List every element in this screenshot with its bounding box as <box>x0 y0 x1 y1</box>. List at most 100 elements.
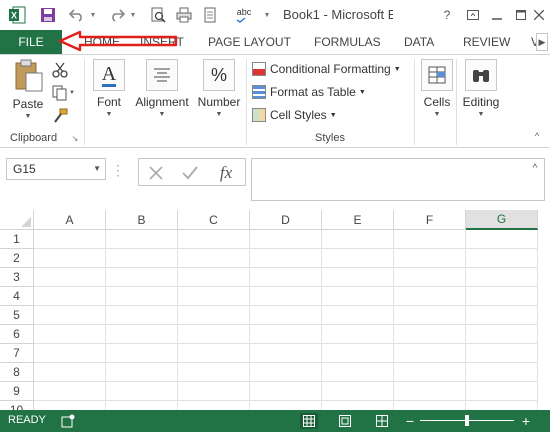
insert-function-icon[interactable]: fx <box>213 162 239 184</box>
grid-cell[interactable] <box>466 268 538 287</box>
grid-cell[interactable] <box>322 249 394 268</box>
editing-button[interactable]: Editing ▼ <box>460 59 502 125</box>
grid-cell[interactable] <box>106 230 178 249</box>
grid-cell[interactable] <box>34 249 106 268</box>
column-header[interactable]: G <box>466 210 538 230</box>
tab-page-layout[interactable]: PAGE LAYOUT <box>208 30 291 54</box>
grid-cell[interactable] <box>106 325 178 344</box>
tab-formulas[interactable]: FORMULAS <box>314 30 381 54</box>
grid-cell[interactable] <box>250 306 322 325</box>
zoom-out-icon[interactable]: − <box>402 413 418 429</box>
column-header[interactable]: A <box>34 210 106 230</box>
row-header[interactable]: 9 <box>0 382 34 401</box>
grid-cell[interactable] <box>106 382 178 401</box>
grid-cell[interactable] <box>250 268 322 287</box>
grid-cell[interactable] <box>322 363 394 382</box>
grid-cell[interactable] <box>322 268 394 287</box>
grid-cell[interactable] <box>34 287 106 306</box>
grid-cell[interactable] <box>178 325 250 344</box>
grid-cell[interactable] <box>250 401 322 410</box>
grid-cell[interactable] <box>178 382 250 401</box>
grid-cell[interactable] <box>106 287 178 306</box>
grid-cell[interactable] <box>34 230 106 249</box>
collapse-formula-bar-icon[interactable]: ^ <box>528 161 542 175</box>
number-button[interactable]: % Number ▼ <box>196 59 242 125</box>
grid-cell[interactable] <box>394 363 466 382</box>
column-header[interactable]: F <box>394 210 466 230</box>
grid-cell[interactable] <box>394 344 466 363</box>
conditional-formatting-button[interactable]: Conditional Formatting ▼ <box>252 59 401 79</box>
row-header[interactable]: 5 <box>0 306 34 325</box>
grid-cell[interactable] <box>178 306 250 325</box>
save-icon[interactable] <box>38 4 58 26</box>
grid-cell[interactable] <box>34 382 106 401</box>
select-all-button[interactable] <box>0 210 34 230</box>
grid-cell[interactable] <box>394 306 466 325</box>
grid-cell[interactable] <box>394 401 466 410</box>
grid-cell[interactable] <box>106 401 178 410</box>
grid-cell[interactable] <box>178 401 250 410</box>
worksheet-grid[interactable]: A B C D E F G 1 2 3 4 5 6 7 8 9 10 <box>0 210 550 410</box>
enter-icon[interactable] <box>179 162 201 184</box>
font-button[interactable]: A Font ▼ <box>90 59 128 125</box>
grid-cell[interactable] <box>178 249 250 268</box>
grid-cell[interactable] <box>322 325 394 344</box>
tab-data[interactable]: DATA <box>404 30 434 54</box>
grid-cell[interactable] <box>322 306 394 325</box>
print-preview-icon[interactable] <box>148 4 168 26</box>
grid-cell[interactable] <box>466 249 538 268</box>
alignment-button[interactable]: Alignment ▼ <box>132 59 192 125</box>
grid-cell[interactable] <box>466 344 538 363</box>
help-icon[interactable]: ? <box>434 4 460 26</box>
grid-cell[interactable] <box>178 363 250 382</box>
zoom-in-icon[interactable]: + <box>518 413 534 429</box>
row-header[interactable]: 7 <box>0 344 34 363</box>
grid-cell[interactable] <box>466 230 538 249</box>
grid-cell[interactable] <box>322 287 394 306</box>
grid-cell[interactable] <box>178 230 250 249</box>
paste-button[interactable]: Paste ▼ <box>8 59 48 125</box>
qat-customize-icon[interactable]: ▼ <box>262 4 272 26</box>
grid-cell[interactable] <box>106 306 178 325</box>
row-header[interactable]: 4 <box>0 287 34 306</box>
macro-record-icon[interactable] <box>60 413 76 429</box>
page-break-view-icon[interactable] <box>374 413 390 429</box>
grid-cell[interactable] <box>250 382 322 401</box>
ribbon-display-icon[interactable] <box>460 4 486 26</box>
column-header[interactable]: C <box>178 210 250 230</box>
grid-cell[interactable] <box>394 249 466 268</box>
grid-cell[interactable] <box>106 363 178 382</box>
grid-cell[interactable] <box>466 363 538 382</box>
undo-icon[interactable] <box>66 4 88 26</box>
cells-button[interactable]: Cells ▼ <box>420 59 454 125</box>
format-as-table-button[interactable]: Format as Table ▼ <box>252 82 366 102</box>
column-header[interactable]: E <box>322 210 394 230</box>
copy-icon[interactable] <box>50 82 70 104</box>
collapse-ribbon-icon[interactable]: ^ <box>530 125 544 147</box>
row-header[interactable]: 6 <box>0 325 34 344</box>
grid-cell[interactable] <box>34 325 106 344</box>
clipboard-launcher-icon[interactable]: ↘ <box>70 133 80 143</box>
grid-cell[interactable] <box>250 363 322 382</box>
grid-cell[interactable] <box>178 287 250 306</box>
print-icon[interactable] <box>200 4 220 26</box>
quick-print-icon[interactable] <box>174 4 194 26</box>
tab-review[interactable]: REVIEW <box>463 30 510 54</box>
grid-cell[interactable] <box>322 344 394 363</box>
row-header[interactable]: 8 <box>0 363 34 382</box>
grid-cell[interactable] <box>394 230 466 249</box>
grid-cell[interactable] <box>322 401 394 410</box>
formula-input[interactable]: ^ <box>251 158 545 201</box>
grid-cell[interactable] <box>106 268 178 287</box>
cancel-icon[interactable] <box>145 162 167 184</box>
tab-file[interactable]: FILE <box>0 30 62 54</box>
grid-cell[interactable] <box>34 363 106 382</box>
grid-cell[interactable] <box>34 344 106 363</box>
redo-icon[interactable] <box>106 4 128 26</box>
grid-cell[interactable] <box>106 249 178 268</box>
zoom-slider-thumb[interactable] <box>465 415 469 426</box>
undo-dropdown-icon[interactable]: ▼ <box>88 4 98 26</box>
page-layout-view-icon[interactable] <box>337 413 353 429</box>
grid-cell[interactable] <box>34 401 106 410</box>
normal-view-icon[interactable] <box>300 413 318 429</box>
